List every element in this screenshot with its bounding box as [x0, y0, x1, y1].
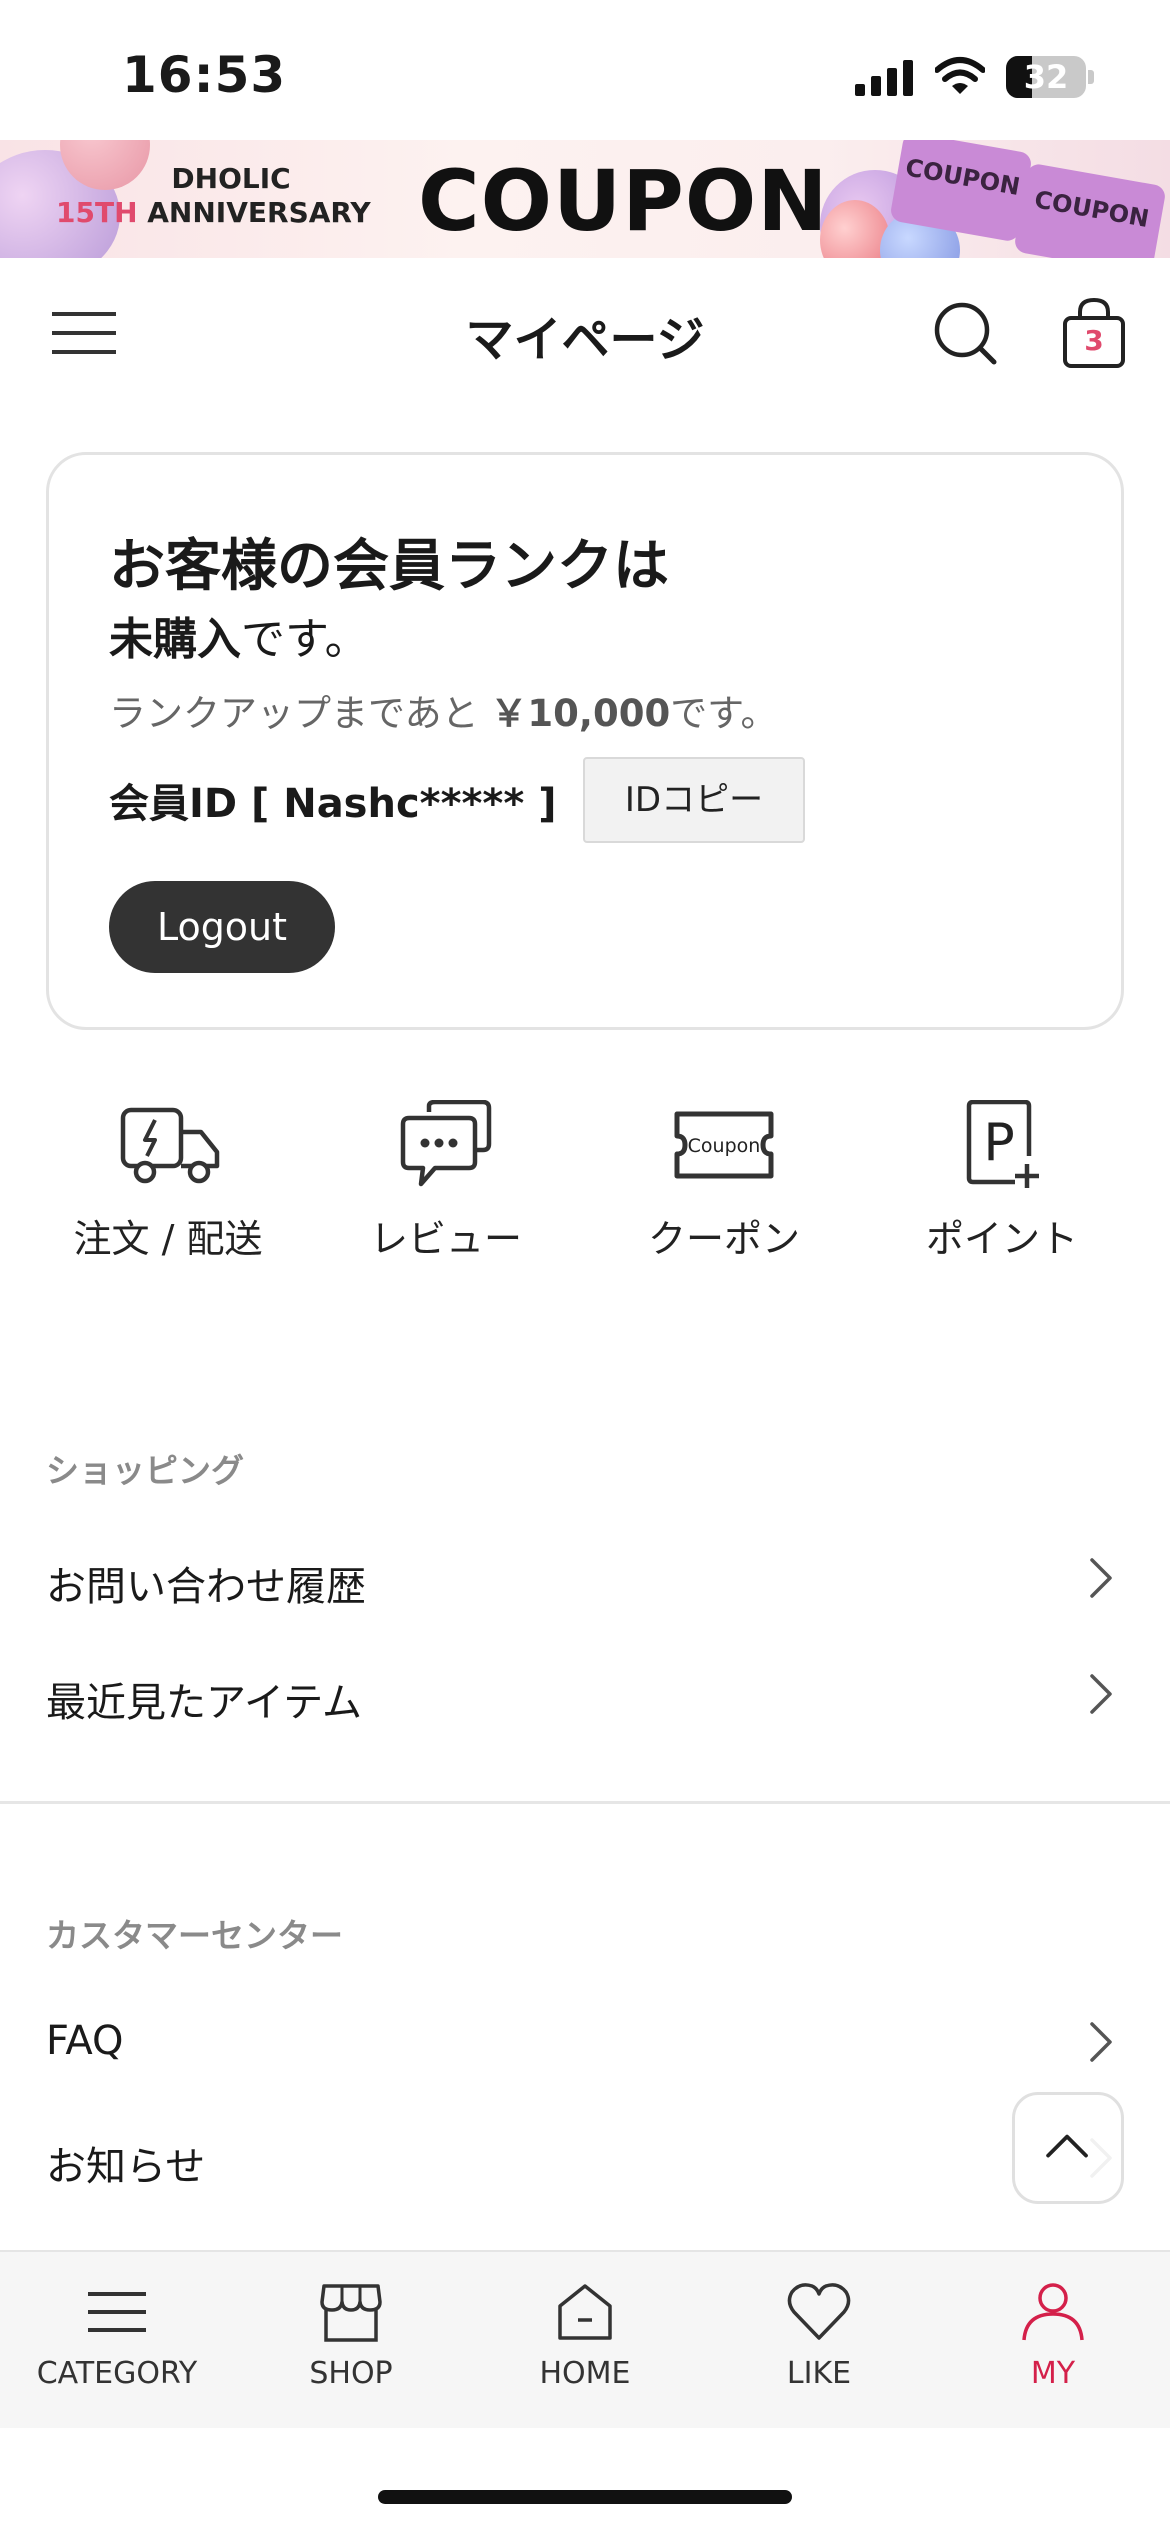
rank-up-amount: ￥10,000 [490, 692, 671, 735]
coupon-icon: Coupon [674, 1111, 774, 1179]
scroll-to-top-button[interactable] [1012, 2092, 1124, 2204]
member-rank-card: お客様の会員ランクは 未購入です。 ランクアップまであと ￥10,000です。 … [46, 452, 1124, 1030]
quick-menu: 注文 / 配送 レビュー Coupon クーポン P ポイント [0, 1100, 1170, 1270]
chevron-right-icon [1090, 1558, 1112, 1598]
nav-label: CATEGORY [36, 2356, 198, 2391]
list-item-recently-viewed[interactable]: 最近見たアイテム [46, 1646, 1124, 1746]
battery-icon: 32 [1006, 56, 1086, 98]
home-icon [558, 2284, 612, 2340]
coupon-ticket-decoration: COUPON [1013, 162, 1167, 258]
rank-up-info: ランクアップまであと ￥10,000です。 [109, 683, 778, 737]
banner-anniversary-number: 15TH [56, 196, 138, 229]
delivery-truck-icon [120, 1107, 220, 1184]
rank-up-suffix: です。 [670, 692, 778, 735]
cart-count-badge: 3 [1084, 324, 1104, 357]
quick-item-reviews[interactable]: レビュー [326, 1100, 566, 1263]
status-time: 16:53 [122, 46, 287, 104]
bottom-navigation: CATEGORY SHOP HOME LIKE MY [0, 2250, 1170, 2428]
nav-category[interactable]: CATEGORY [0, 2280, 234, 2391]
banner-anniversary: 15TH ANNIVERSARY [56, 196, 371, 230]
quick-item-orders[interactable]: 注文 / 配送 [48, 1100, 288, 1263]
person-icon [1022, 2283, 1084, 2341]
list-item-notices[interactable]: お知らせ [46, 2110, 1124, 2210]
coupon-ticket-text: COUPON [1032, 185, 1152, 233]
status-bar: 16:53 32 [0, 0, 1170, 140]
quick-item-label: クーポン [647, 1217, 800, 1261]
list-item-faq[interactable]: FAQ [46, 1994, 1124, 2094]
chevron-right-icon [1090, 2022, 1112, 2062]
menu-lines-icon [88, 2292, 146, 2332]
list-item-label: FAQ [46, 2018, 124, 2064]
nav-home[interactable]: HOME [468, 2280, 702, 2391]
home-indicator[interactable] [378, 2490, 792, 2504]
search-icon[interactable] [932, 300, 998, 366]
rank-up-prefix: ランクアップまであと [109, 692, 479, 735]
app-header: マイページ 3 [0, 258, 1170, 408]
customer-center-heading: カスタマーセンター [46, 1916, 343, 1955]
chevron-up-icon [1046, 2134, 1088, 2158]
nav-shop[interactable]: SHOP [234, 2280, 468, 2391]
member-id: 会員ID [ Nashc***** ] [109, 781, 557, 827]
logout-button[interactable]: Logout [109, 881, 335, 973]
quick-item-label: ポイント [925, 1217, 1078, 1261]
battery-cap [1088, 70, 1094, 84]
banner-title: COUPON [418, 152, 829, 250]
rank-status-suffix: です。 [241, 614, 369, 665]
point-icon: P [966, 1100, 1039, 1188]
coupon-ticket-text: COUPON [903, 153, 1023, 201]
shopping-section-heading: ショッピング [46, 1451, 244, 1490]
chevron-right-icon [1090, 1674, 1112, 1714]
list-item-label: 最近見たアイテム [46, 1680, 362, 1726]
coupon-icon-text: Coupon [688, 1135, 761, 1157]
banner-brand: DHOLIC [171, 162, 291, 195]
copy-id-button[interactable]: IDコピー [583, 757, 805, 843]
wifi-icon [935, 57, 985, 94]
quick-item-label: レビュー [369, 1217, 522, 1261]
cart-button[interactable]: 3 [1062, 297, 1126, 370]
battery-level: 32 [1023, 58, 1069, 96]
nav-label: HOME [539, 2356, 631, 2391]
quick-item-coupons[interactable]: Coupon クーポン [604, 1100, 844, 1263]
rank-status-value: 未購入 [109, 614, 241, 665]
banner-subtitle: DHOLIC 15TH ANNIVERSARY [56, 162, 371, 230]
nav-my[interactable]: MY [936, 2280, 1170, 2391]
point-icon-text: P [983, 1113, 1014, 1173]
nav-label: SHOP [309, 2356, 393, 2391]
rank-status: 未購入です。 [109, 603, 369, 667]
heart-icon [787, 2283, 851, 2340]
list-item-label: お知らせ [46, 2144, 206, 2190]
rank-title: お客様の会員ランクは [109, 534, 669, 599]
quick-item-label: 注文 / 配送 [73, 1217, 263, 1261]
coupon-banner[interactable]: DHOLIC 15TH ANNIVERSARY COUPON COUPON CO… [0, 140, 1170, 258]
list-item-inquiry-history[interactable]: お問い合わせ履歴 [46, 1530, 1124, 1630]
section-divider [0, 1801, 1170, 1804]
nav-label: MY [1030, 2356, 1076, 2391]
nav-like[interactable]: LIKE [702, 2280, 936, 2391]
store-icon [320, 2284, 382, 2342]
review-chat-icon [400, 1100, 492, 1187]
quick-item-points[interactable]: P ポイント [882, 1100, 1122, 1263]
banner-anniversary-text: ANNIVERSARY [147, 196, 371, 229]
nav-label: LIKE [786, 2356, 852, 2391]
list-item-label: お問い合わせ履歴 [46, 1564, 366, 1610]
cellular-signal-icon [855, 60, 913, 96]
